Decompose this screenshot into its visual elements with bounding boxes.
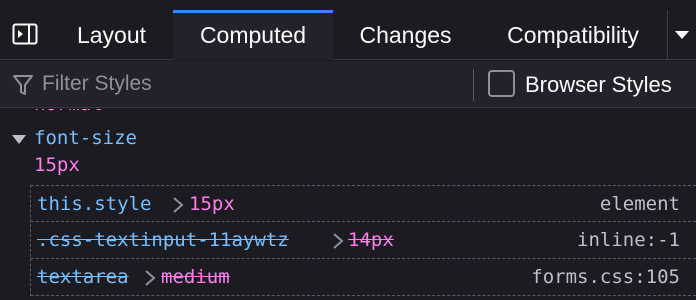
- rule-source-link[interactable]: element: [600, 193, 680, 215]
- property-value: 15px: [34, 154, 80, 176]
- computed-properties-list: normal font-size 15px this.style 15px el…: [0, 109, 696, 300]
- toolbar-divider: [473, 69, 474, 101]
- expand-twisty-icon[interactable]: [12, 135, 26, 144]
- rule-selector: textarea: [37, 266, 129, 288]
- rule-value: medium: [161, 266, 230, 288]
- rule-value: 15px: [189, 193, 235, 215]
- matched-rule: this.style 15px element: [31, 185, 696, 222]
- rule-value: 14px: [348, 229, 394, 251]
- rule-source-link[interactable]: forms.css:105: [531, 266, 680, 288]
- filter-toolbar: Browser Styles: [0, 61, 696, 108]
- rule-selector: this.style: [37, 193, 152, 215]
- matched-rule: .css-textinput-11aywtz 14px inline:-1: [31, 222, 696, 259]
- chevron-right-icon: [333, 233, 344, 249]
- tab-overflow-menu-button[interactable]: [668, 10, 696, 60]
- chevron-right-icon: [173, 197, 184, 213]
- matched-rules-list: this.style 15px element .css-textinput-1…: [30, 185, 696, 296]
- rule-selector: .css-textinput-11aywtz: [37, 229, 289, 251]
- filter-icon: [13, 75, 33, 95]
- matched-rule: textarea medium forms.css:105: [31, 259, 696, 296]
- property-name: font-size: [34, 127, 137, 149]
- browser-styles-label[interactable]: Browser Styles: [525, 72, 672, 98]
- previous-property-value: normal: [34, 109, 103, 115]
- sidebar-toggle-button[interactable]: [0, 10, 50, 58]
- chevron-down-icon: [675, 31, 689, 39]
- tab-changes[interactable]: Changes: [333, 10, 478, 60]
- filter-styles-input[interactable]: [42, 69, 462, 99]
- rule-source-link[interactable]: inline:-1: [577, 229, 680, 251]
- chevron-right-icon: [145, 270, 156, 286]
- sidebar-toggle-icon: [12, 23, 38, 45]
- computed-property-font-size[interactable]: font-size: [0, 125, 696, 155]
- inspector-tab-bar: Layout Computed Changes Compatibility: [0, 0, 696, 60]
- browser-styles-checkbox[interactable]: [488, 70, 515, 97]
- tab-computed[interactable]: Computed: [173, 10, 333, 60]
- tab-layout[interactable]: Layout: [50, 10, 173, 60]
- tab-compatibility[interactable]: Compatibility: [478, 10, 668, 60]
